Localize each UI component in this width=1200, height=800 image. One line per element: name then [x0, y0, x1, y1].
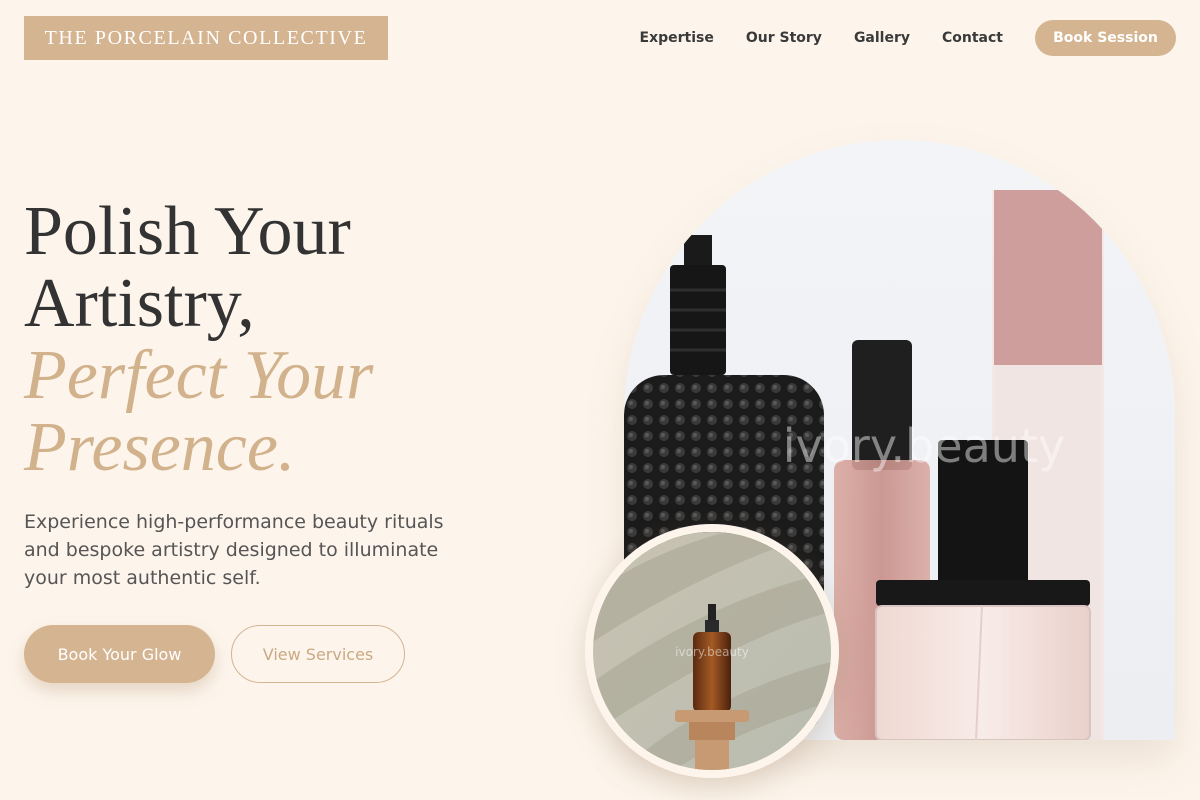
nav-link-our-story[interactable]: Our Story [746, 30, 822, 46]
hero-subtitle: Experience high-performance beauty ritua… [24, 511, 444, 589]
hero-headline-line-2: Artistry, [24, 265, 255, 342]
view-services-button[interactable]: View Services [231, 625, 405, 683]
serum-bottle-image: ivory.beauty [585, 524, 839, 778]
hero-headline: Polish Your Artistry, Perfect Your Prese… [24, 196, 373, 484]
nav-link-expertise[interactable]: Expertise [640, 30, 714, 46]
nav-link-contact[interactable]: Contact [942, 30, 1003, 46]
book-your-glow-button[interactable]: Book Your Glow [24, 625, 215, 683]
main-nav: Expertise Our Story Gallery Contact Book… [640, 20, 1176, 56]
hero-headline-line-1: Polish Your [24, 193, 351, 270]
nav-link-gallery[interactable]: Gallery [854, 30, 910, 46]
book-session-button[interactable]: Book Session [1035, 20, 1176, 56]
serum-bottle-illustration: ivory.beauty [593, 532, 831, 770]
hero-headline-accent-line-2: Presence. [24, 409, 296, 486]
main-image-watermark: ivory.beauty [783, 419, 1065, 473]
brand-logo[interactable]: THE PORCELAIN COLLECTIVE [24, 16, 388, 60]
small-image-watermark: ivory.beauty [675, 645, 749, 659]
hero-headline-accent-line-1: Perfect Your [24, 337, 374, 414]
